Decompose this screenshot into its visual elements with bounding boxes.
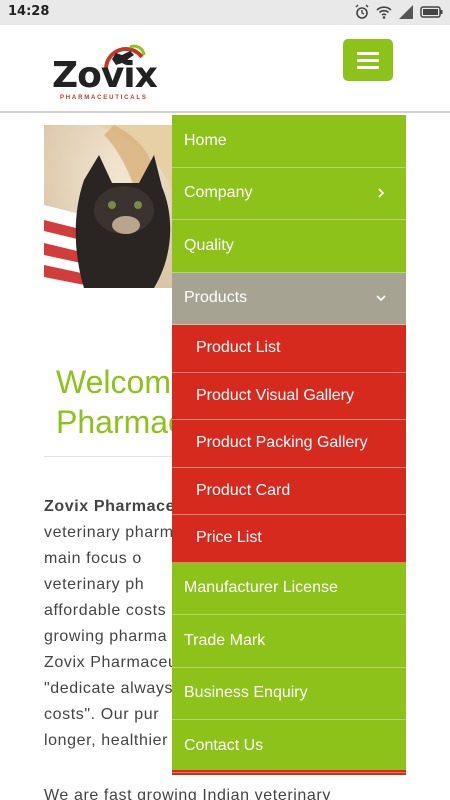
submenu-item-product-visual-gallery[interactable]: Product Visual Gallery [172,372,406,420]
chevron-down-icon [376,295,386,302]
submenu-item-label: Product List [196,339,281,357]
status-icons [354,4,444,20]
menu-item-manufacturer-license[interactable]: Manufacturer License [172,563,406,615]
menu-item-quality[interactable]: Quality [172,220,406,273]
hamburger-bar [357,65,379,69]
menu-item-business-enquiry[interactable]: Business Enquiry [172,668,406,720]
menu-item-products[interactable]: Products [172,272,406,325]
menu-item-label: Contact Us [184,736,264,754]
menu-item-label: Company [184,184,253,202]
menu-item-company[interactable]: Company [172,168,406,220]
status-time: 14:28 [8,4,50,19]
zovix-logo[interactable]: Zovix PHARMACEUTICALS [52,43,158,107]
logo-text: Zovix [52,55,158,96]
hamburger-bar [357,51,379,55]
cat-photo-icon [44,125,174,288]
submenu-item-product-card[interactable]: Product Card [172,467,406,515]
welcome-heading: Welcome Pharmac [56,362,189,442]
battery-icon [420,6,443,18]
menu-item-contact-us[interactable]: Contact Us [172,720,406,773]
menu-item-label: Trade Mark [184,631,266,649]
menu-item-home[interactable]: Home [172,115,406,168]
alarm-icon [355,4,369,19]
menu-toggle-button[interactable] [343,39,393,81]
menu-item-label: Business Enquiry [184,684,308,702]
hamburger-bar [357,58,379,62]
submenu-item-label: Product Card [196,481,291,499]
submenu-item-price-list[interactable]: Price List [172,515,406,563]
menu-item-label: Home [184,131,227,149]
chevron-right-icon [378,188,385,198]
menu-item-label: Quality [184,236,234,254]
main-nav-menu: Home Company Quality Products Product Li… [172,115,406,775]
site-header: Zovix PHARMACEUTICALS [0,25,450,113]
signal-icon [399,5,413,19]
wifi-icon [376,6,392,19]
menu-item-label: Manufacturer License [184,579,338,597]
submenu-item-product-packing-gallery[interactable]: Product Packing Gallery [172,420,406,468]
welcome-line-2: Pharmac [56,404,185,440]
submenu-item-product-list[interactable]: Product List [172,325,406,373]
hero-cat-image [44,125,174,288]
logo-subtext: PHARMACEUTICALS [60,95,148,101]
menu-item-trade-mark[interactable]: Trade Mark [172,615,406,668]
submenu-item-label: Product Visual Gallery [196,386,354,404]
status-bar: 14:28 [0,0,450,25]
welcome-line-1: Welcome [56,364,189,400]
submenu-item-label: Price List [196,529,262,547]
second-paragraph-line: We are fast growing Indian veterinary [44,787,331,800]
menu-item-label: Products [184,289,248,307]
submenu-item-label: Product Packing Gallery [196,434,368,452]
